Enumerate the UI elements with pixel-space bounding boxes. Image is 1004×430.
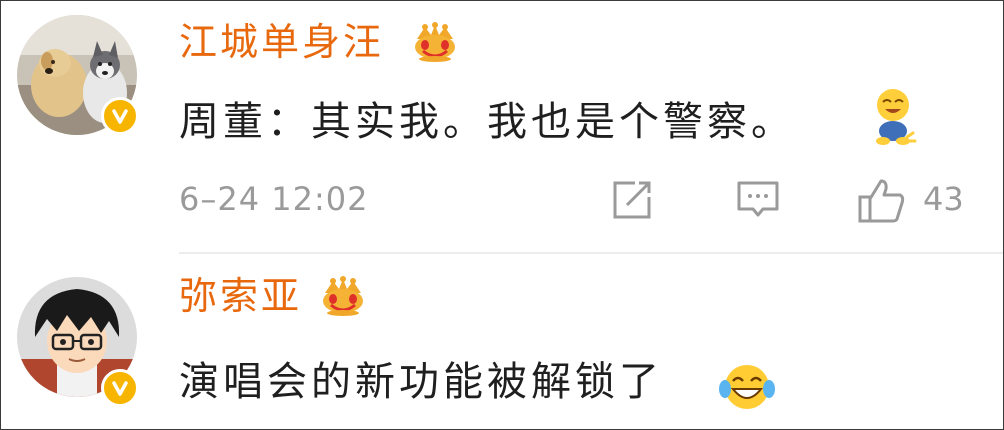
verified-badge-icon	[101, 369, 139, 407]
comment-divider	[179, 252, 1003, 254]
comment-timestamp: 6–24 12:02	[179, 180, 369, 218]
like-icon[interactable]	[857, 177, 907, 225]
comment-item: 江城单身汪 周董：其实我。我也是个警察。 6–24 12:02 43	[1, 1, 1003, 253]
comment-list: 江城单身汪 周董：其实我。我也是个警察。 6–24 12:02 43 弥索亚 演…	[0, 0, 1004, 430]
comment-text: 演唱会的新功能被解锁了	[179, 359, 663, 405]
verified-badge-icon	[101, 97, 139, 135]
comment-username[interactable]: 江城单身汪	[179, 19, 384, 65]
comment-username[interactable]: 弥索亚	[179, 273, 302, 319]
reply-icon[interactable]	[735, 177, 781, 223]
comment-text: 周董：其实我。我也是个警察。	[179, 99, 795, 145]
crown-icon	[415, 22, 455, 62]
laughing-sitting-emoji-icon	[876, 89, 917, 145]
crown-icon	[323, 276, 363, 316]
share-icon[interactable]	[609, 177, 655, 223]
like-count: 43	[923, 180, 964, 218]
crying-laughing-emoji-icon	[719, 365, 775, 409]
comment-item: 弥索亚 演唱会的新功能被解锁了	[1, 255, 1003, 429]
